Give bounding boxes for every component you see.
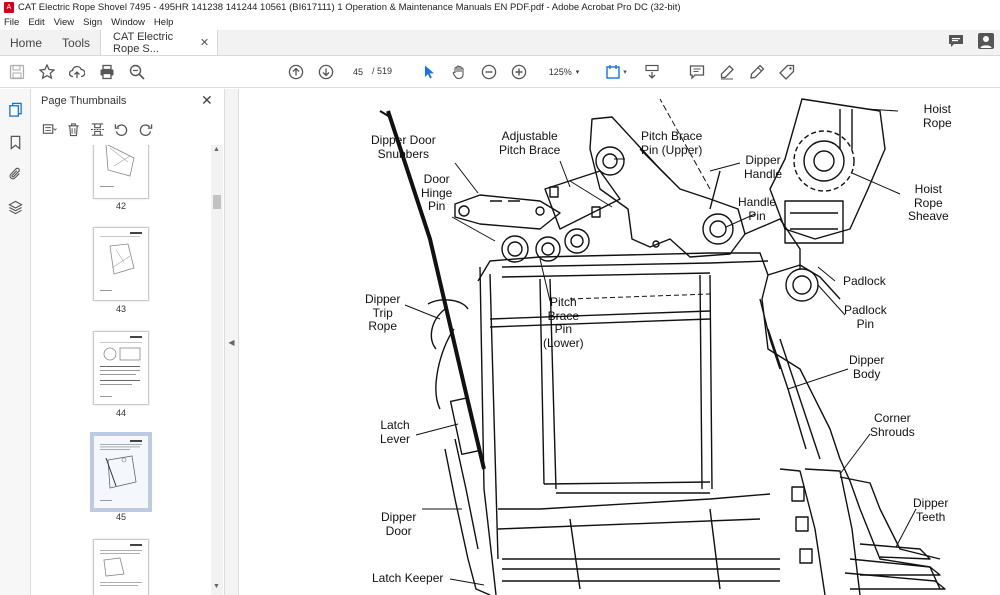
close-tab-icon[interactable]: ✕ (200, 36, 209, 49)
hand-tool-icon[interactable] (450, 63, 468, 81)
page-thumbnails-panel: Page Thumbnails ✕ 42 43 44 45 ▲ ▼ (31, 89, 225, 595)
document-view[interactable]: Dipper Door Snubbers Adjustable Pitch Br… (240, 89, 1000, 595)
tab-tools[interactable]: Tools (52, 30, 100, 55)
highlight-pen-icon[interactable] (718, 63, 736, 81)
close-icon[interactable]: ✕ (201, 92, 213, 109)
next-page-icon[interactable] (317, 63, 335, 81)
menu-edit[interactable]: Edit (28, 17, 44, 28)
zoom-out-icon[interactable] (480, 63, 498, 81)
menu-sign[interactable]: Sign (83, 17, 102, 28)
zoom-in-icon[interactable] (510, 63, 528, 81)
callout-padlock-pin: Padlock Pin (844, 303, 887, 331)
bookmarks-icon[interactable] (7, 134, 24, 151)
thumbnail-options-icon[interactable] (41, 121, 57, 137)
window-title: CAT Electric Rope Shovel 7495 - 495HR 14… (18, 2, 681, 13)
callout-dipper-door-snubbers: Dipper Door Snubbers (371, 133, 436, 161)
attachments-icon[interactable] (7, 166, 24, 183)
menu-file[interactable]: File (4, 17, 19, 28)
page-number-input[interactable]: 45 (344, 64, 372, 80)
callout-corner-shrouds: Corner Shrouds (870, 411, 915, 439)
callout-handle-pin: Handle Pin (738, 195, 777, 223)
thumbnail-label-42: 42 (115, 201, 126, 211)
scroll-down-icon[interactable]: ▼ (213, 583, 220, 590)
callout-hoist-rope: Hoist Rope (923, 102, 952, 130)
callout-latch-keeper: Latch Keeper (372, 571, 444, 585)
thumbnail-label-43: 43 (115, 304, 126, 314)
insert-page-icon[interactable] (89, 121, 105, 137)
menu-view[interactable]: View (54, 17, 74, 28)
main-toolbar: 45 / 519 125% ▾ ▾ (0, 56, 1000, 88)
tab-home[interactable]: Home (0, 30, 52, 55)
callout-dipper-teeth: Dipper Teeth (913, 496, 949, 524)
rotate-clockwise-icon[interactable] (137, 121, 153, 137)
thumbnail-label-45: 45 (115, 512, 126, 522)
callout-dipper-door: Dipper Door (381, 510, 417, 538)
menu-bar: File Edit View Sign Window Help (0, 15, 1000, 30)
layers-icon[interactable] (7, 199, 24, 216)
callout-padlock: Padlock (843, 274, 886, 288)
page-fit-icon[interactable] (604, 63, 622, 81)
page-fit-chevron-icon[interactable]: ▾ (621, 63, 629, 81)
comment-icon[interactable] (948, 34, 964, 51)
panel-title: Page Thumbnails (41, 95, 127, 107)
previous-page-icon[interactable] (287, 63, 305, 81)
zoom-level-dropdown[interactable]: 125% ▾ (538, 64, 590, 80)
title-bar: A CAT Electric Rope Shovel 7495 - 495HR … (0, 0, 1000, 15)
callout-dipper-handle: Dipper Handle (744, 153, 783, 181)
page-thumbnail-43[interactable] (93, 227, 149, 301)
menu-help[interactable]: Help (154, 17, 174, 28)
dipper-technical-drawing (379, 98, 946, 595)
callout-pitch-brace-pin-lower: Pitch Brace Pin (Lower) (543, 295, 584, 350)
cloud-upload-icon[interactable] (68, 63, 86, 81)
chevron-down-icon: ▾ (575, 69, 580, 76)
left-navigation-rail (0, 89, 31, 595)
chevron-left-icon: ◀ (228, 337, 235, 347)
select-cursor-icon[interactable] (420, 63, 438, 81)
thumbnail-scrollbar[interactable]: ▲ ▼ (211, 145, 223, 595)
tab-document[interactable]: CAT Electric Rope S... ✕ (100, 30, 219, 55)
scrollbar-thumb[interactable] (213, 195, 221, 209)
callout-hoist-rope-sheave: Hoist Rope Sheave (908, 182, 949, 223)
callout-latch-lever: Latch Lever (380, 418, 411, 446)
callout-adjustable-pitch-brace: Adjustable Pitch Brace (499, 129, 561, 157)
zoom-search-icon[interactable] (128, 63, 146, 81)
bookmark-star-icon[interactable] (38, 63, 56, 81)
add-comment-icon[interactable] (688, 63, 706, 81)
tab-bar: Home Tools CAT Electric Rope S... ✕ (0, 30, 1000, 56)
rotate-counterclockwise-icon[interactable] (113, 121, 129, 137)
thumbnail-toolbar (31, 117, 224, 141)
panel-collapse-handle[interactable]: ◀ (225, 89, 239, 595)
save-icon[interactable] (8, 63, 26, 81)
scroll-up-icon[interactable]: ▲ (213, 146, 220, 153)
zoom-level-value: 125% (548, 67, 572, 77)
page-thumbnail-44[interactable] (93, 331, 149, 405)
account-icon[interactable] (978, 33, 994, 52)
callout-dipper-body: Dipper Body (849, 353, 885, 381)
draw-pencil-icon[interactable] (748, 63, 766, 81)
scroll-mode-icon[interactable] (643, 63, 661, 81)
page-thumbnail-46[interactable] (93, 539, 149, 595)
print-icon[interactable] (98, 63, 116, 81)
sign-tag-icon[interactable] (778, 63, 796, 81)
thumbnail-label-44: 44 (115, 408, 126, 418)
acrobat-logo-icon: A (4, 2, 14, 13)
tab-document-label: CAT Electric Rope S... (113, 30, 174, 55)
page-thumbnail-45[interactable] (90, 432, 152, 512)
menu-window[interactable]: Window (111, 17, 145, 28)
page-total: / 519 (372, 66, 393, 76)
callout-dipper-trip-rope: Dipper Trip Rope (365, 292, 401, 333)
page-thumbnail-42[interactable] (93, 145, 149, 199)
thumbnail-list: 42 43 44 45 (31, 145, 211, 595)
callout-door-hinge-pin: Door Hinge Pin (421, 172, 453, 213)
page-thumbnails-icon[interactable] (7, 101, 24, 118)
callout-pitch-brace-pin-upper: Pitch Brace Pin (Upper) (641, 129, 703, 157)
delete-page-icon[interactable] (65, 121, 81, 137)
